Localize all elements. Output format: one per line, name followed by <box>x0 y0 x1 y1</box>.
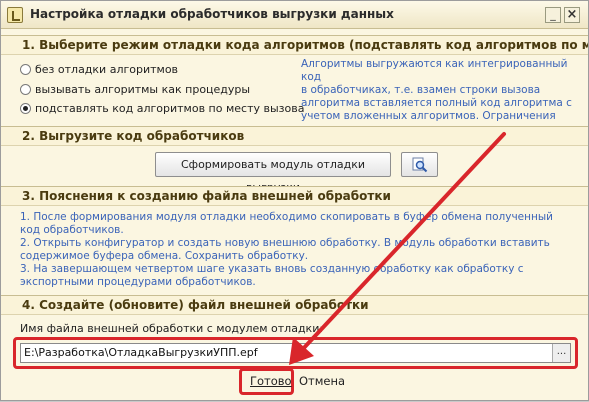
instruction-line: содержимое буфера обмена. Сохранить обра… <box>20 250 309 262</box>
cancel-button[interactable]: Отмена <box>299 374 345 388</box>
browse-button[interactable]: ... <box>552 344 570 362</box>
section1-header: 1. Выберите режим отладки кода алгоритмо… <box>1 35 588 55</box>
dialog-window: Настройка отладки обработчиков выгрузки … <box>0 0 589 401</box>
radio-button[interactable] <box>20 63 31 75</box>
done-button[interactable]: Готово <box>250 374 292 388</box>
section2-header: 2. Выгрузите код обработчиков <box>1 126 588 146</box>
window-title: Настройка отладки обработчиков выгрузки … <box>30 7 394 21</box>
file-path-input[interactable]: E:\Разработка\ОтладкаВыгрузкиУПП.epf ... <box>20 343 571 363</box>
minimize-button[interactable]: _ <box>545 7 561 23</box>
generate-debug-module-button[interactable]: Сформировать модуль отладки выгрузки <box>155 152 391 194</box>
radio-label: подставлять код алгоритмов по месту вызо… <box>35 102 305 115</box>
close-button[interactable]: × <box>564 7 580 23</box>
instruction-line: 2. Открыть конфигуратор и создать новую … <box>20 237 550 249</box>
section4-header: 4. Создайте (обновите) файл внешней обра… <box>1 295 588 315</box>
note-line: в обработчиках, т.е. взамен строки вызов… <box>301 84 541 96</box>
instructions-text: 1. После формирования модуля отладки нео… <box>20 211 580 289</box>
instruction-line: экспортными процедурами обработчиков. <box>20 276 256 288</box>
radio-call-procedures[interactable]: вызывать алгоритмы как процедуры <box>20 83 250 97</box>
instruction-line: 1. После формирования модуля отладки нео… <box>20 211 553 223</box>
file-path-value: E:\Разработка\ОтладкаВыгрузкиУПП.epf <box>24 346 258 359</box>
app-icon <box>7 7 23 23</box>
section3-header: 3. Пояснения к созданию файла внешней об… <box>1 186 588 206</box>
file-name-label: Имя файла внешней обработки с модулем от… <box>20 322 324 335</box>
instruction-line: 3. На завершающем четвертом шаге указать… <box>20 263 524 275</box>
note-line: учетом вложенных алгоритмов. Ограничения <box>301 110 556 122</box>
radio-button[interactable] <box>20 83 31 95</box>
radio-inline-code[interactable]: подставлять код алгоритмов по месту вызо… <box>20 102 304 116</box>
title-bar: Настройка отладки обработчиков выгрузки … <box>1 1 588 29</box>
instruction-line: код обработчиков. <box>20 224 124 236</box>
radio-label: вызывать алгоритмы как процедуры <box>35 83 251 96</box>
radio-no-debug[interactable]: без отладки алгоритмов <box>20 63 178 77</box>
magnifier-icon <box>412 157 427 173</box>
radio-button-selected[interactable] <box>20 102 31 114</box>
preview-button[interactable] <box>401 152 438 177</box>
mode-description: Алгоритмы выгружаются как интегрированны… <box>301 58 581 136</box>
radio-label: без отладки алгоритмов <box>35 63 179 76</box>
note-line: Алгоритмы выгружаются как интегрированны… <box>301 58 568 83</box>
note-line: алгоритма вставляется полный код алгорит… <box>301 97 572 109</box>
